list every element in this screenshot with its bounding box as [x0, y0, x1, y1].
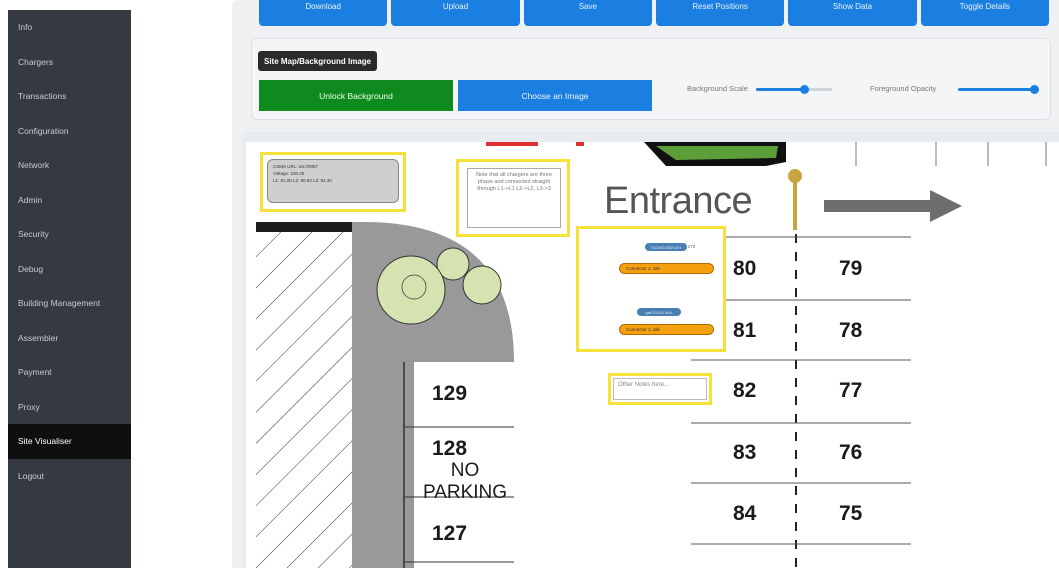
charger-id-badge-2[interactable]: gaE21234 5AA — [637, 308, 681, 316]
show-data-button[interactable]: Show Data — [788, 0, 917, 26]
meter-url-line: CSMS URL: ws://0087 — [273, 164, 319, 169]
meter-phase-line: L1: 91.00 L2: 90.83 L3: 94.30 — [273, 177, 332, 183]
bay-80: 80 — [733, 257, 757, 280]
bay-78: 78 — [839, 319, 863, 342]
meter-info-card: CSMS URL: ws://0087 Voltage: 230.40 L1: … — [267, 159, 399, 203]
upload-button[interactable]: Upload — [391, 0, 520, 26]
charger-1-suffix: v72 — [688, 244, 696, 249]
bay-128: 128 — [432, 437, 468, 460]
sidebar-item-site-visualiser[interactable]: Site Visualiser — [8, 424, 131, 459]
choose-image-button[interactable]: Choose an Image — [458, 80, 652, 111]
entrance-label: Entrance — [604, 180, 753, 222]
foreground-opacity-slider[interactable] — [958, 85, 1039, 95]
bay-77: 77 — [839, 379, 863, 402]
sidebar-item-transactions[interactable]: Transactions — [8, 79, 131, 114]
sidebar-item-configuration[interactable]: Configuration — [8, 114, 131, 149]
bay-79: 79 — [839, 257, 863, 280]
sidebar-item-network[interactable]: Network — [8, 148, 131, 183]
sidebar-item-logout[interactable]: Logout — [8, 459, 131, 494]
phase-note-highlight[interactable]: Note that all chargers are three phase a… — [456, 159, 570, 237]
foreground-opacity-track-fill — [958, 88, 1036, 91]
charger-group-highlight[interactable]: TACW224521AH v72 Connector 1: idle gaE21… — [576, 226, 726, 352]
bay-84: 84 — [733, 502, 757, 525]
sidebar-item-info[interactable]: Info — [8, 10, 131, 45]
meter-voltage-line: Voltage: 230.40 — [273, 170, 305, 176]
bay-127: 127 — [432, 522, 468, 545]
sidebar-item-building-management[interactable]: Building Management — [8, 286, 131, 321]
toggle-details-button[interactable]: Toggle Details — [920, 0, 1049, 26]
background-scale-track-fill — [756, 88, 804, 91]
bay-83: 83 — [733, 441, 757, 464]
direction-arrow-icon — [824, 190, 962, 222]
charger-2-connector[interactable]: Connector 1: idle — [619, 324, 714, 335]
toolbar: Download Upload Save Reset Positions Sho… — [259, 0, 1049, 26]
sidebar-item-payment[interactable]: Payment — [8, 355, 131, 390]
bay-76: 76 — [839, 441, 863, 464]
foreground-opacity-label: Foreground Opacity — [870, 84, 937, 93]
wall-bar — [256, 222, 352, 232]
background-scale-slider[interactable] — [756, 85, 832, 95]
save-button[interactable]: Save — [523, 0, 652, 26]
charger-id-badge-1[interactable]: TACW224521AH — [645, 243, 687, 251]
bay-82: 82 — [733, 379, 757, 402]
bay-75: 75 — [839, 502, 863, 525]
other-notes-input[interactable]: Other Notes here... — [613, 378, 707, 400]
download-button[interactable]: Download — [259, 0, 388, 26]
sidebar-item-assembler[interactable]: Assembler — [8, 321, 131, 356]
bay-129: 129 — [432, 382, 468, 405]
charger-1-connector[interactable]: Connector 1: idle — [619, 263, 714, 274]
site-map-title: Site Map/Background Image — [258, 51, 378, 71]
phase-note-text: Note that all chargers are three phase a… — [467, 168, 561, 228]
site-map-canvas[interactable]: CSMS URL: ws://0087 Voltage: 230.40 L1: … — [246, 142, 1059, 568]
background-scale-label: Background Scale — [687, 84, 748, 93]
sidebar-item-proxy[interactable]: Proxy — [8, 390, 131, 425]
site-map-panel: Site Map/Background Image Unlock Backgro… — [251, 38, 1051, 120]
hatched-area — [256, 230, 352, 568]
background-scale-thumb[interactable] — [800, 85, 809, 94]
sidebar-item-admin[interactable]: Admin — [8, 183, 131, 218]
meter-info-highlight[interactable]: CSMS URL: ws://0087 Voltage: 230.40 L1: … — [260, 152, 406, 212]
sidebar-item-debug[interactable]: Debug — [8, 252, 131, 287]
sidebar-item-security[interactable]: Security — [8, 217, 131, 252]
foreground-opacity-thumb[interactable] — [1030, 85, 1039, 94]
main-content: Download Upload Save Reset Positions Sho… — [232, 0, 1059, 568]
sidebar: Info Chargers Transactions Configuration… — [8, 10, 131, 568]
sidebar-item-chargers[interactable]: Chargers — [8, 45, 131, 80]
reset-positions-button[interactable]: Reset Positions — [655, 0, 785, 26]
unlock-background-button[interactable]: Unlock Background — [259, 80, 453, 111]
bay-81: 81 — [733, 319, 757, 342]
no-parking-label: NO PARKING — [422, 460, 508, 503]
